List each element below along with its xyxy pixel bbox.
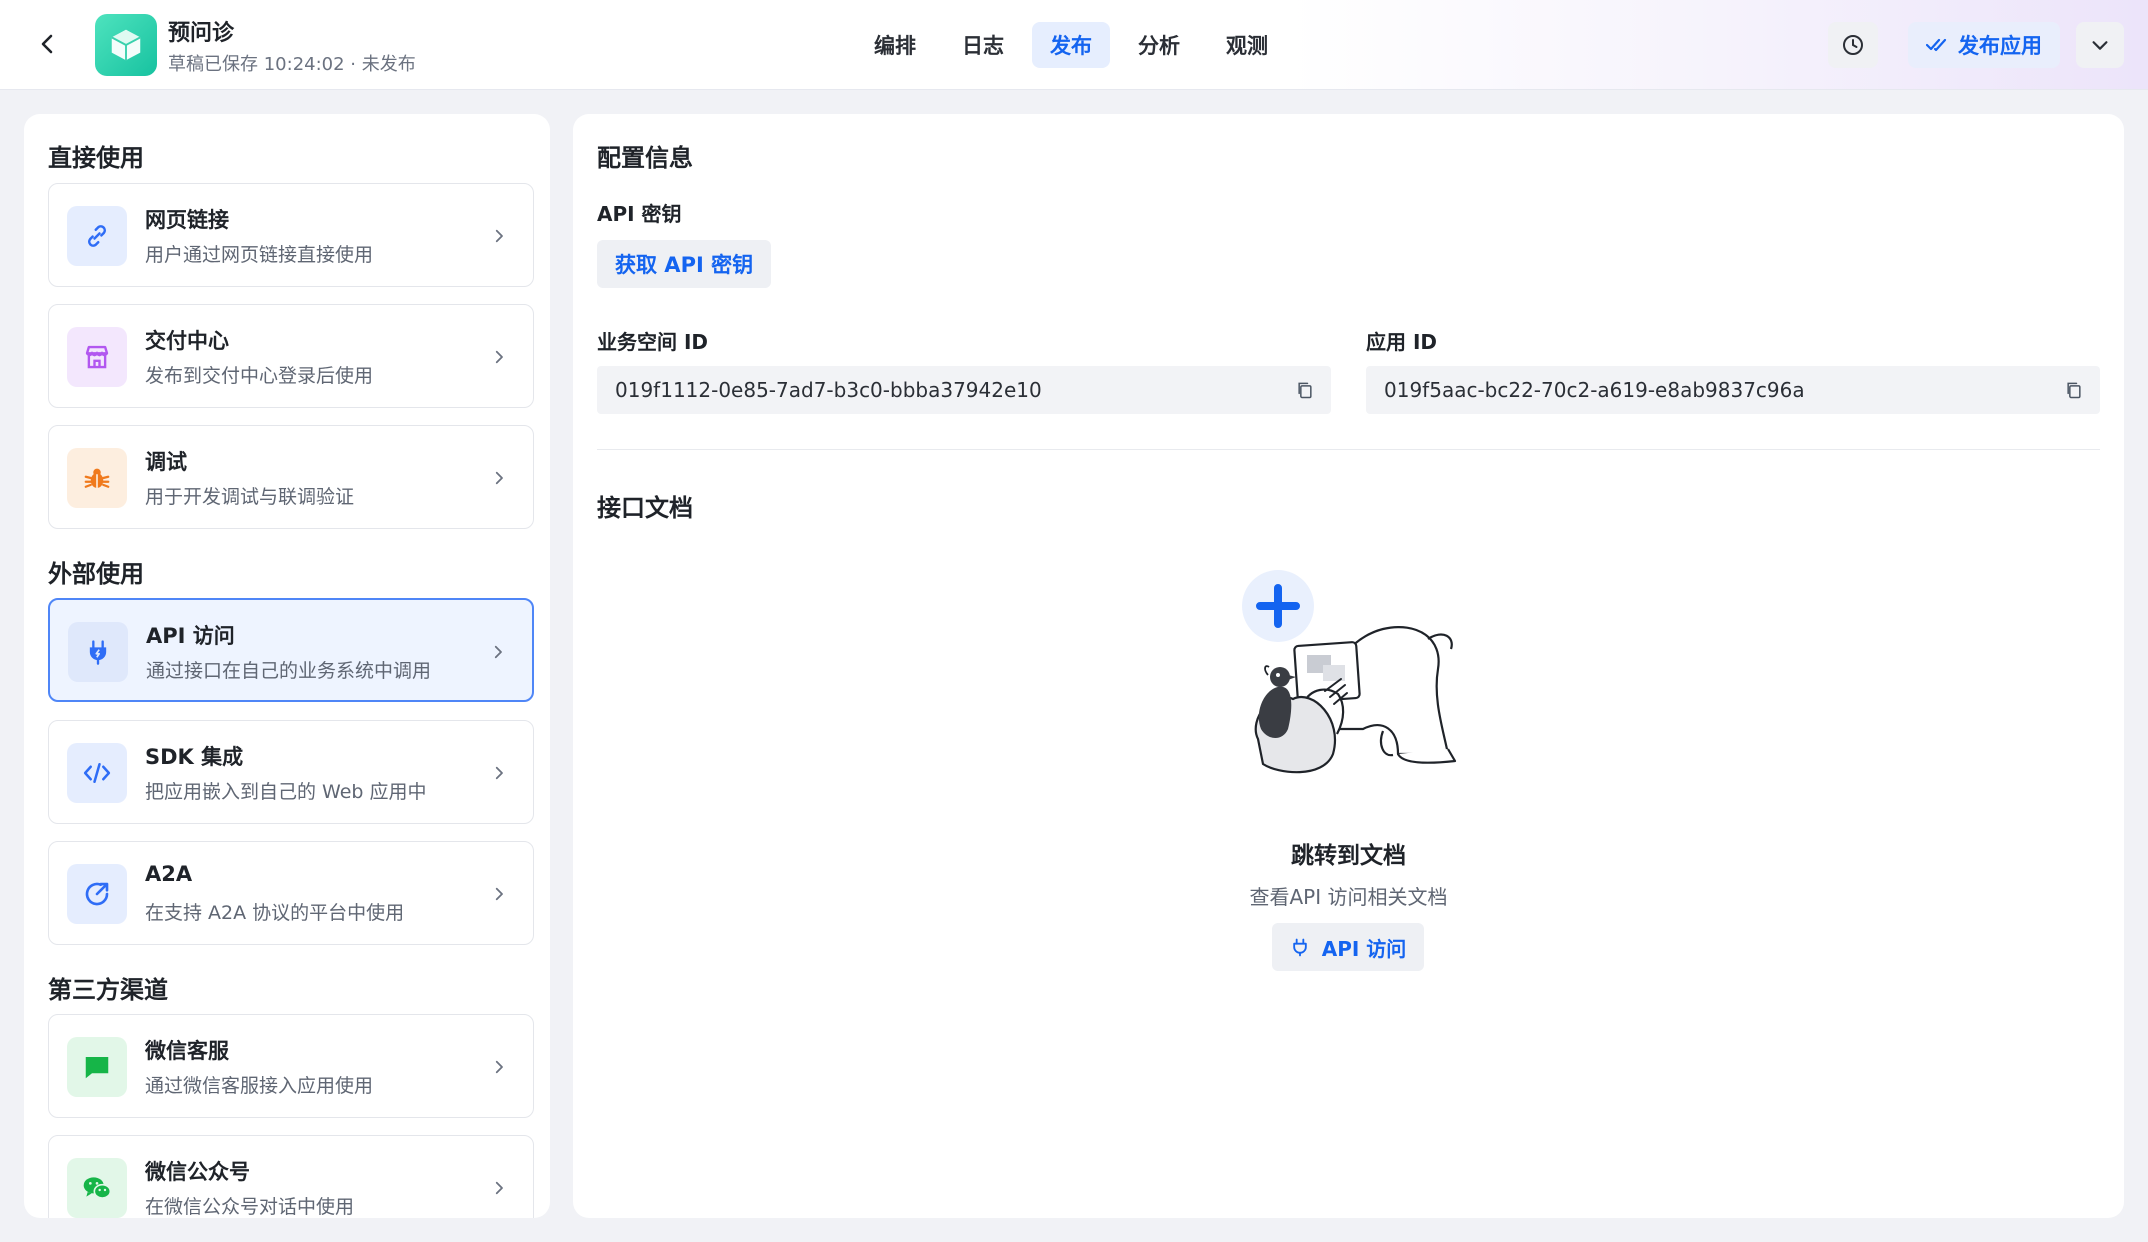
- app-icon: [95, 14, 157, 76]
- app-id-value: 019f5aac-bc22-70c2-a619-e8ab9837c96a: [1384, 378, 1805, 402]
- card-description: 发布到交付中心登录后使用: [145, 365, 374, 387]
- card-wechat-service[interactable]: 微信客服 通过微信客服接入应用使用: [48, 1014, 534, 1118]
- card-description: 在微信公众号对话中使用: [145, 1196, 355, 1218]
- tab-observe[interactable]: 观测: [1208, 22, 1286, 68]
- share-arrow-icon: [85, 882, 109, 906]
- card-icon-bg: [67, 1158, 127, 1218]
- plug-icon: [89, 640, 107, 665]
- code-icon: [83, 763, 111, 783]
- app-id-field[interactable]: 019f5aac-bc22-70c2-a619-e8ab9837c96a: [1366, 366, 2100, 414]
- api-config-panel: 配置信息 API 密钥 获取 API 密钥 业务空间 ID 019f1112-0…: [573, 114, 2124, 1218]
- empty-state-illustration: [1242, 570, 1457, 774]
- link-icon: [88, 225, 106, 247]
- card-icon-bg: [67, 743, 127, 803]
- chevron-right-icon: [485, 222, 513, 250]
- card-title: 微信公众号: [145, 1160, 250, 1184]
- card-icon-bg: [67, 206, 127, 266]
- card-web-link[interactable]: 网页链接 用户通过网页链接直接使用: [48, 183, 534, 287]
- card-icon-bg: [68, 622, 128, 682]
- tab-orchestrate[interactable]: 编排: [856, 22, 934, 68]
- card-description: 把应用嵌入到自己的 Web 应用中: [145, 781, 427, 803]
- chevron-left-icon: [41, 34, 53, 54]
- publish-app-label: 发布应用: [1958, 34, 2042, 58]
- workspace-id-value: 019f1112-0e85-7ad7-b3c0-bbba37942e10: [615, 378, 1042, 402]
- api-docs-button-label: API 访问: [1321, 936, 1407, 961]
- card-icon-bg: [67, 327, 127, 387]
- chevron-down-icon: [2092, 41, 2108, 50]
- card-sdk-integration[interactable]: SDK 集成 把应用嵌入到自己的 Web 应用中: [48, 720, 534, 824]
- workspace-id-label: 业务空间 ID: [597, 330, 709, 354]
- section-title-direct: 直接使用: [48, 144, 144, 172]
- card-title: 网页链接: [145, 208, 229, 232]
- config-heading: 配置信息: [597, 144, 693, 172]
- channel-sidebar: 直接使用 网页链接 用户通过网页链接直接使用 交付中心 发布到交付中心登录后使用…: [24, 114, 550, 1218]
- card-icon-bg: [67, 864, 127, 924]
- double-check-icon: [1926, 38, 1947, 52]
- api-key-label: API 密钥: [597, 202, 682, 226]
- card-debug[interactable]: 调试 用于开发调试与联调验证: [48, 425, 534, 529]
- card-description: 用于开发调试与联调验证: [145, 486, 355, 508]
- plug-icon: [1292, 938, 1307, 957]
- chevron-right-icon: [485, 880, 513, 908]
- wechat-icon: [83, 1177, 112, 1199]
- publish-app-button[interactable]: 发布应用: [1908, 22, 2060, 68]
- cube-icon: [111, 29, 141, 61]
- back-button[interactable]: [30, 26, 66, 62]
- card-title: A2A: [145, 862, 193, 886]
- section-title-external: 外部使用: [48, 560, 144, 588]
- clock-icon: [1843, 35, 1863, 55]
- card-description: 在支持 A2A 协议的平台中使用: [145, 902, 405, 924]
- chevron-right-icon: [485, 1053, 513, 1081]
- top-bar: 预问诊 草稿已保存 10:24:02 · 未发布 编排 日志 发布 分析 观测 …: [0, 0, 2148, 90]
- card-description: 通过微信客服接入应用使用: [145, 1075, 374, 1097]
- chevron-right-icon: [485, 464, 513, 492]
- chevron-right-icon: [485, 343, 513, 371]
- app-id-label: 应用 ID: [1366, 330, 1438, 354]
- history-button[interactable]: [1828, 22, 1878, 68]
- section-title-third-party: 第三方渠道: [48, 976, 168, 1004]
- card-icon-bg: [67, 1037, 127, 1097]
- card-description: 通过接口在自己的业务系统中调用: [146, 660, 432, 682]
- app-name: 预问诊: [168, 21, 235, 46]
- card-delivery-center[interactable]: 交付中心 发布到交付中心登录后使用: [48, 304, 534, 408]
- store-icon: [85, 345, 109, 369]
- divider: [597, 449, 2100, 450]
- bug-icon: [84, 468, 110, 488]
- docs-heading: 接口文档: [597, 494, 693, 522]
- copy-icon[interactable]: [2062, 378, 2086, 402]
- card-api-access[interactable]: API 访问 通过接口在自己的业务系统中调用: [48, 598, 534, 702]
- get-api-key-button[interactable]: 获取 API 密钥: [597, 240, 772, 288]
- card-icon-bg: [67, 448, 127, 508]
- copy-icon[interactable]: [1293, 378, 1317, 402]
- tab-analytics[interactable]: 分析: [1120, 22, 1198, 68]
- card-title: 调试: [145, 450, 187, 474]
- chevron-right-icon: [485, 759, 513, 787]
- tab-publish[interactable]: 发布: [1032, 22, 1110, 68]
- docs-jump-title: 跳转到文档: [1291, 843, 1406, 869]
- card-description: 用户通过网页链接直接使用: [145, 244, 374, 266]
- chevron-right-icon: [484, 638, 512, 666]
- card-title: SDK 集成: [145, 745, 244, 769]
- card-wechat-official-account[interactable]: 微信公众号 在微信公众号对话中使用: [48, 1135, 534, 1218]
- save-status: 草稿已保存 10:24:02 · 未发布: [168, 54, 416, 75]
- card-title: 交付中心: [145, 329, 229, 353]
- tab-logs[interactable]: 日志: [944, 22, 1022, 68]
- chevron-right-icon: [485, 1174, 513, 1202]
- api-docs-button[interactable]: API 访问: [1272, 923, 1424, 971]
- more-options-button[interactable]: [2076, 22, 2124, 68]
- card-title: API 访问: [146, 624, 235, 648]
- card-a2a[interactable]: A2A 在支持 A2A 协议的平台中使用: [48, 841, 534, 945]
- docs-jump-subtitle: 查看API 访问相关文档: [1249, 885, 1448, 909]
- nav-tabs: 编排 日志 发布 分析 观测: [856, 22, 1286, 68]
- chat-bubble-icon: [85, 1057, 109, 1079]
- workspace-id-field[interactable]: 019f1112-0e85-7ad7-b3c0-bbba37942e10: [597, 366, 1331, 414]
- card-title: 微信客服: [145, 1039, 229, 1063]
